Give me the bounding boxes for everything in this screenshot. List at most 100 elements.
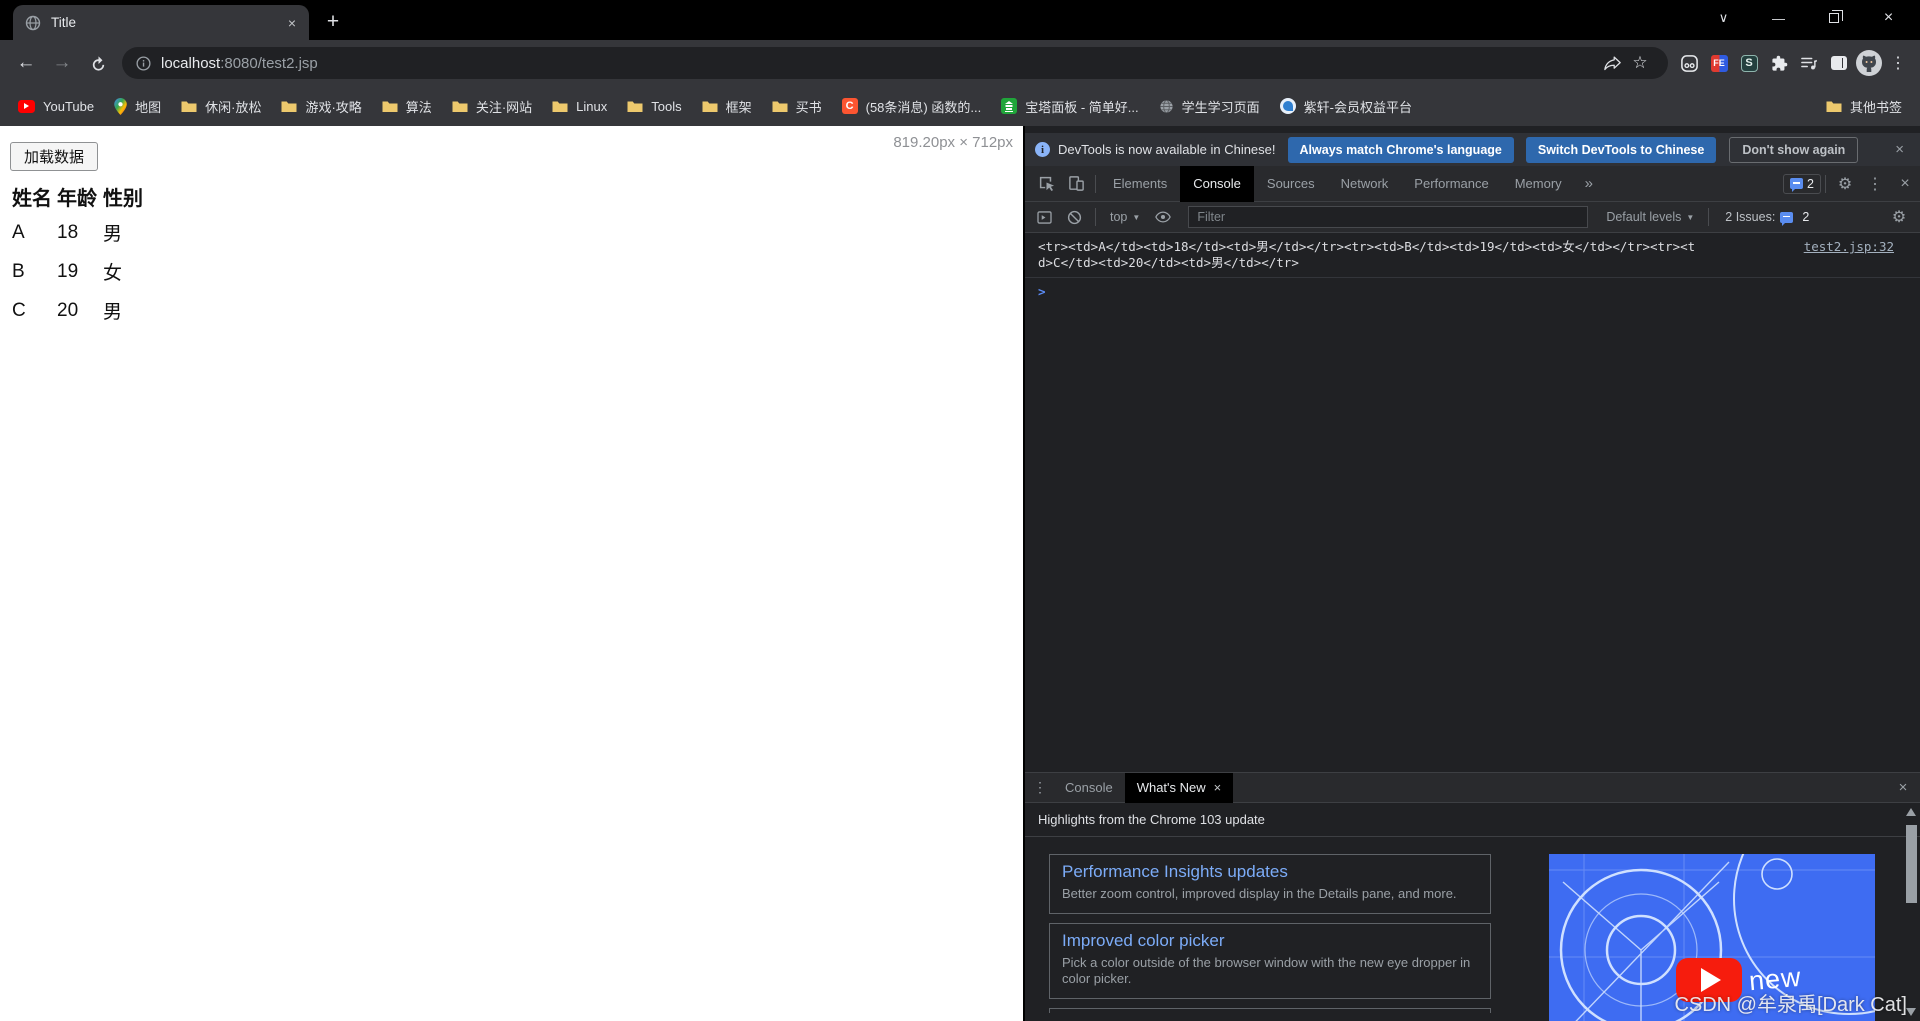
forward-icon[interactable]: → [44, 45, 80, 81]
tab-memory[interactable]: Memory [1502, 166, 1575, 202]
bookmark-item[interactable]: 宝塔面板 - 简单好... [991, 92, 1148, 120]
table-cell: 男 [103, 302, 123, 323]
browser-tab[interactable]: Title × [13, 5, 309, 40]
share-icon[interactable] [1598, 49, 1626, 77]
extensions-puzzle-icon[interactable] [1764, 47, 1794, 79]
device-toolbar-icon[interactable] [1061, 166, 1091, 202]
prompt-chevron-icon: > [1038, 284, 1046, 299]
chevron-down-icon: ▼ [1132, 212, 1141, 222]
folder-icon [702, 100, 718, 113]
bookmark-item[interactable]: 学生学习页面 [1149, 92, 1270, 120]
address-bar[interactable]: localhost:8080/test2.jsp ☆ [122, 47, 1668, 79]
browser-menu-kebab-icon[interactable]: ⋮ [1884, 49, 1912, 77]
bookmark-item[interactable]: 游戏·攻略 [271, 92, 371, 120]
infobar-close-icon[interactable]: × [1889, 141, 1910, 158]
issues-counter[interactable]: 2 Issues: 2 [1717, 210, 1817, 226]
data-table: 姓名 年龄 性别 A 18 男 B 19 女 C 20 男 [12, 180, 147, 330]
extension-fe-icon[interactable]: FE [1704, 47, 1734, 79]
clear-console-icon[interactable] [1061, 204, 1087, 230]
bookmark-item[interactable]: 买书 [762, 92, 832, 120]
drawer-menu-kebab-icon[interactable]: ⋮ [1027, 773, 1053, 803]
bookmark-item[interactable]: Tools [617, 92, 691, 120]
close-window-icon[interactable]: × [1861, 0, 1916, 36]
log-levels-select[interactable]: Default levels ▼ [1600, 210, 1700, 224]
other-bookmarks[interactable]: 其他书签 [1816, 92, 1912, 120]
bookmark-item[interactable]: C (58条消息) 函数的... [832, 92, 992, 120]
drawer-close-icon[interactable]: × [1886, 773, 1920, 803]
restore-icon[interactable] [1806, 0, 1861, 36]
match-language-button[interactable]: Always match Chrome's language [1287, 136, 1514, 163]
tab-sources[interactable]: Sources [1254, 166, 1328, 202]
filter-input[interactable] [1188, 206, 1589, 228]
side-panel-icon[interactable] [1824, 47, 1854, 79]
console-message-text: <tr><td>A</td><td>18</td><td>男</td></tr>… [1038, 239, 1696, 270]
bookmark-item[interactable]: 算法 [372, 92, 442, 120]
folder-icon [382, 100, 398, 113]
console-source-link[interactable]: test2.jsp:32 [1804, 239, 1894, 255]
content-area: 819.20px × 712px 加载数据 姓名 年龄 性别 A 18 男 B … [0, 126, 1920, 1021]
tab-close-icon[interactable]: × [283, 14, 301, 32]
devtools-menu-kebab-icon[interactable]: ⋮ [1860, 166, 1890, 202]
whats-new-card[interactable]: Improved color picker Pick a color outsi… [1049, 923, 1491, 999]
bookmark-item[interactable]: 关注·网站 [442, 92, 542, 120]
issues-badge[interactable]: 2 [1783, 173, 1821, 194]
bookmark-item[interactable]: 休闲·放松 [171, 92, 271, 120]
table-cell: 19 [57, 260, 79, 282]
table-cell: 女 [103, 263, 123, 284]
live-expression-eye-icon[interactable] [1150, 204, 1176, 230]
csdn-watermark: CSDN @牟泉禹[Dark Cat] [1674, 994, 1907, 1016]
load-data-button[interactable]: 加载数据 [10, 142, 99, 171]
profile-avatar[interactable] [1854, 47, 1884, 79]
table-row: C 20 男 [12, 291, 147, 330]
inspect-element-icon[interactable] [1031, 166, 1061, 202]
console-prompt[interactable]: > [1025, 278, 1920, 306]
table-row: B 19 女 [12, 252, 147, 291]
minimize-icon[interactable]: — [1751, 0, 1806, 36]
console-sidebar-icon[interactable] [1031, 204, 1057, 230]
card-title-link[interactable]: Performance Insights updates [1062, 862, 1478, 882]
maps-pin-icon [114, 97, 127, 115]
tab-elements[interactable]: Elements [1100, 166, 1180, 202]
back-icon[interactable]: ← [8, 45, 44, 81]
bookmark-star-icon[interactable]: ☆ [1626, 49, 1654, 77]
globe-icon [1159, 99, 1174, 114]
bookmark-item[interactable]: YouTube [8, 92, 104, 120]
switch-to-chinese-button[interactable]: Switch DevTools to Chinese [1525, 136, 1717, 163]
tab-search-icon[interactable]: ∨ [1696, 0, 1751, 36]
settings-gear-icon[interactable]: ⚙ [1830, 166, 1860, 202]
globe-icon [25, 15, 41, 31]
console-settings-gear-icon[interactable]: ⚙ [1884, 199, 1914, 235]
more-tabs-icon[interactable]: » [1575, 175, 1603, 192]
bookmark-item[interactable]: Linux [542, 92, 617, 120]
drawer-tab-whats-new[interactable]: What's New × [1124, 772, 1234, 803]
drawer-tab-console[interactable]: Console [1053, 773, 1125, 803]
tab-title: Title [51, 15, 77, 30]
scroll-up-icon[interactable] [1906, 808, 1916, 816]
table-cell: 20 [57, 299, 79, 321]
tab-network[interactable]: Network [1328, 166, 1402, 202]
whats-new-card[interactable]: Performance Insights updates Better zoom… [1049, 854, 1491, 914]
table-header: 性别 [103, 188, 143, 210]
reload-icon[interactable] [80, 45, 116, 81]
site-info-icon[interactable] [136, 55, 151, 71]
extension-bot-icon[interactable] [1674, 47, 1704, 79]
card-title-link[interactable]: Improved color picker [1062, 931, 1478, 951]
folder-icon [281, 100, 297, 113]
table-cell: A [12, 221, 25, 243]
context-selector[interactable]: top ▼ [1104, 210, 1146, 224]
extension-s-icon[interactable]: S [1734, 47, 1764, 79]
dont-show-again-button[interactable]: Don't show again [1729, 136, 1859, 163]
devtools-close-icon[interactable]: × [1890, 166, 1920, 202]
tab-performance[interactable]: Performance [1401, 166, 1501, 202]
bookmark-item[interactable]: 地图 [104, 92, 171, 120]
tab-console[interactable]: Console [1180, 165, 1254, 202]
media-playlist-icon[interactable] [1794, 47, 1824, 79]
scrollbar-thumb[interactable] [1906, 825, 1917, 903]
scroll-down-icon[interactable] [1906, 1008, 1916, 1016]
table-row: A 18 男 [12, 213, 147, 252]
bookmark-item[interactable]: 紫轩-会员权益平台 [1270, 92, 1422, 120]
new-tab-button[interactable]: + [317, 6, 349, 38]
tab-close-icon[interactable]: × [1214, 780, 1222, 795]
issues-flag-icon [1790, 178, 1804, 192]
bookmark-item[interactable]: 框架 [692, 92, 762, 120]
